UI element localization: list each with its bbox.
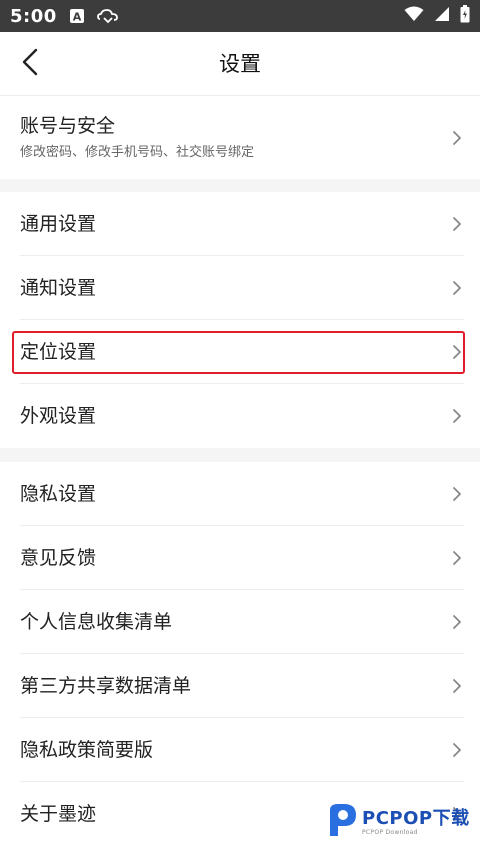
chevron-right-icon: [452, 216, 462, 232]
chevron-right-icon: [452, 344, 462, 360]
wifi-icon: [404, 6, 424, 26]
chevron-right-icon: [452, 408, 462, 424]
settings-item-third-party-data-list[interactable]: 第三方共享数据清单: [0, 654, 480, 718]
settings-item-label: 关于墨迹: [20, 803, 97, 825]
cloud-sync-icon: [96, 8, 119, 24]
settings-item-label: 账号与安全: [20, 115, 116, 137]
settings-item-feedback[interactable]: 意见反馈: [0, 526, 480, 590]
settings-item-notification[interactable]: 通知设置: [0, 256, 480, 320]
pcpop-logo-icon: [326, 802, 358, 842]
settings-item-label: 通用设置: [20, 213, 97, 235]
svg-text:A: A: [73, 11, 82, 24]
settings-item-account-security[interactable]: 账号与安全 修改密码、修改手机号码、社交账号绑定: [0, 97, 480, 179]
settings-item-appearance[interactable]: 外观设置: [0, 384, 480, 448]
chevron-right-icon: [452, 678, 462, 694]
settings-item-subtitle: 修改密码、修改手机号码、社交账号绑定: [20, 145, 255, 160]
settings-item-label: 隐私设置: [20, 483, 97, 505]
watermark: PCPOP下载 PCPOP Download: [326, 800, 476, 844]
settings-item-label: 意见反馈: [20, 547, 97, 569]
back-button[interactable]: [10, 44, 50, 84]
chevron-left-icon: [20, 48, 40, 80]
status-bar: 5:00 A: [0, 0, 480, 32]
settings-item-label: 外观设置: [20, 405, 97, 427]
settings-item-personal-info-list[interactable]: 个人信息收集清单: [0, 590, 480, 654]
watermark-brand: PCPOP下载: [362, 807, 470, 829]
settings-item-label: 个人信息收集清单: [20, 611, 173, 633]
settings-item-label: 第三方共享数据清单: [20, 675, 192, 697]
settings-item-general[interactable]: 通用设置: [0, 192, 480, 256]
settings-item-privacy-policy-brief[interactable]: 隐私政策简要版: [0, 718, 480, 782]
settings-item-label: 通知设置: [20, 277, 97, 299]
chevron-right-icon: [452, 280, 462, 296]
section-gap: [0, 179, 480, 192]
chevron-right-icon: [452, 550, 462, 566]
settings-item-label: 隐私政策简要版: [20, 739, 154, 761]
settings-item-privacy[interactable]: 隐私设置: [0, 462, 480, 526]
page-title: 设置: [219, 52, 261, 76]
status-time: 5:00: [10, 5, 57, 27]
chevron-right-icon: [452, 486, 462, 502]
signal-icon: [434, 6, 450, 26]
settings-item-label: 定位设置: [20, 341, 97, 363]
app-bar: 设置: [0, 32, 480, 96]
chevron-right-icon: [452, 130, 462, 146]
settings-item-location[interactable]: 定位设置: [0, 320, 480, 384]
battery-icon: [460, 5, 470, 27]
a-box-icon: A: [69, 8, 85, 24]
chevron-right-icon: [452, 742, 462, 758]
section-gap: [0, 448, 480, 462]
chevron-right-icon: [452, 614, 462, 630]
watermark-sub: PCPOP Download: [362, 828, 418, 836]
